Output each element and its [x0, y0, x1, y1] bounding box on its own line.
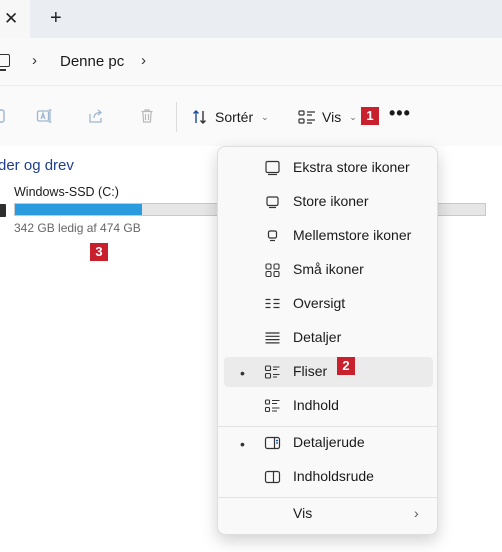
- menu-item-tiles[interactable]: • Fliser: [224, 357, 433, 387]
- preview-pane-icon: [264, 470, 281, 484]
- tab-bar: ✕ +: [0, 0, 502, 38]
- callout-badge-3: 3: [90, 243, 108, 261]
- selected-bullet-icon: •: [240, 365, 245, 381]
- command-bar: Sortér ⌄ Vis ⌄ •••: [0, 86, 502, 146]
- menu-divider: [218, 426, 437, 427]
- list-icon: [265, 298, 280, 309]
- view-icon: [298, 110, 315, 124]
- drive-usage-fill: [15, 204, 142, 215]
- new-tab-button[interactable]: +: [50, 7, 62, 30]
- menu-item-label: Fliser: [293, 363, 328, 379]
- menu-item-large-icons[interactable]: Store ikoner: [224, 187, 433, 217]
- menu-item-extra-large-icons[interactable]: Ekstra store ikoner: [224, 153, 433, 183]
- breadcrumb-chevron-icon[interactable]: ›: [32, 52, 37, 69]
- menu-item-preview-pane[interactable]: Indholdsrude: [224, 462, 433, 492]
- view-menu: Ekstra store ikoner Store ikoner Mellems…: [217, 146, 438, 535]
- section-heading-drives[interactable]: der og drev: [0, 157, 74, 174]
- medium-icons-icon: [267, 230, 278, 242]
- menu-item-label: Oversigt: [293, 295, 346, 311]
- details-pane-icon: [264, 436, 281, 450]
- close-tab-icon[interactable]: ✕: [4, 9, 18, 29]
- menu-item-content[interactable]: Indhold: [224, 391, 433, 421]
- menu-item-label: Små ikoner: [293, 261, 364, 277]
- menu-item-show-submenu[interactable]: Vis ›: [224, 499, 433, 529]
- breadcrumb-chevron-icon[interactable]: ›: [141, 52, 146, 69]
- paste-icon[interactable]: [0, 108, 6, 124]
- menu-item-label: Indholdsrude: [293, 468, 374, 484]
- sort-icon: [193, 110, 206, 124]
- share-icon[interactable]: [88, 108, 104, 124]
- view-label: Vis: [322, 109, 342, 125]
- menu-item-label: Indhold: [293, 397, 339, 413]
- sort-label: Sortér: [215, 109, 254, 125]
- content-icon: [264, 399, 280, 413]
- menu-item-small-icons[interactable]: Små ikoner: [224, 255, 433, 285]
- active-tab[interactable]: ✕: [0, 0, 30, 38]
- menu-item-label: Detaljer: [293, 329, 342, 345]
- menu-item-medium-icons[interactable]: Mellemstore ikoner: [224, 221, 433, 251]
- breadcrumb-this-pc[interactable]: Denne pc: [60, 53, 124, 70]
- drive-free-space: 342 GB ledig af 474 GB: [14, 221, 141, 235]
- tiles-icon: [264, 365, 280, 379]
- rename-icon[interactable]: [36, 108, 52, 124]
- menu-item-label: Vis: [293, 505, 313, 521]
- menu-item-label: Detaljerude: [293, 434, 365, 450]
- menu-divider: [218, 497, 437, 498]
- toolbar-separator: [176, 102, 177, 132]
- menu-item-label: Ekstra store ikoner: [293, 159, 410, 175]
- drive-name[interactable]: Windows-SSD (C:): [14, 185, 119, 199]
- chevron-down-icon: ⌄: [261, 111, 269, 122]
- extra-large-icons-icon: [265, 160, 280, 176]
- details-icon: [265, 332, 280, 344]
- small-icons-icon: [265, 263, 280, 278]
- menu-item-list[interactable]: Oversigt: [224, 289, 433, 319]
- chevron-down-icon: ⌄: [349, 111, 357, 122]
- address-bar: › Denne pc ›: [0, 38, 502, 86]
- sort-button[interactable]: Sortér ⌄: [192, 106, 269, 128]
- more-options-button[interactable]: •••: [389, 103, 411, 124]
- menu-item-label: Mellemstore ikoner: [293, 227, 412, 243]
- menu-item-details[interactable]: Detaljer: [224, 323, 433, 353]
- drive-icon[interactable]: [0, 204, 6, 217]
- selected-bullet-icon: •: [240, 436, 245, 452]
- delete-icon[interactable]: [139, 108, 155, 124]
- menu-item-details-pane[interactable]: • Detaljerude: [224, 428, 433, 458]
- view-button[interactable]: Vis ⌄: [298, 106, 357, 128]
- callout-badge-2: 2: [337, 357, 355, 375]
- menu-item-label: Store ikoner: [293, 193, 369, 209]
- large-icons-icon: [266, 196, 279, 209]
- callout-badge-1: 1: [361, 107, 379, 125]
- computer-icon[interactable]: [0, 54, 10, 71]
- chevron-right-icon: ›: [414, 505, 419, 521]
